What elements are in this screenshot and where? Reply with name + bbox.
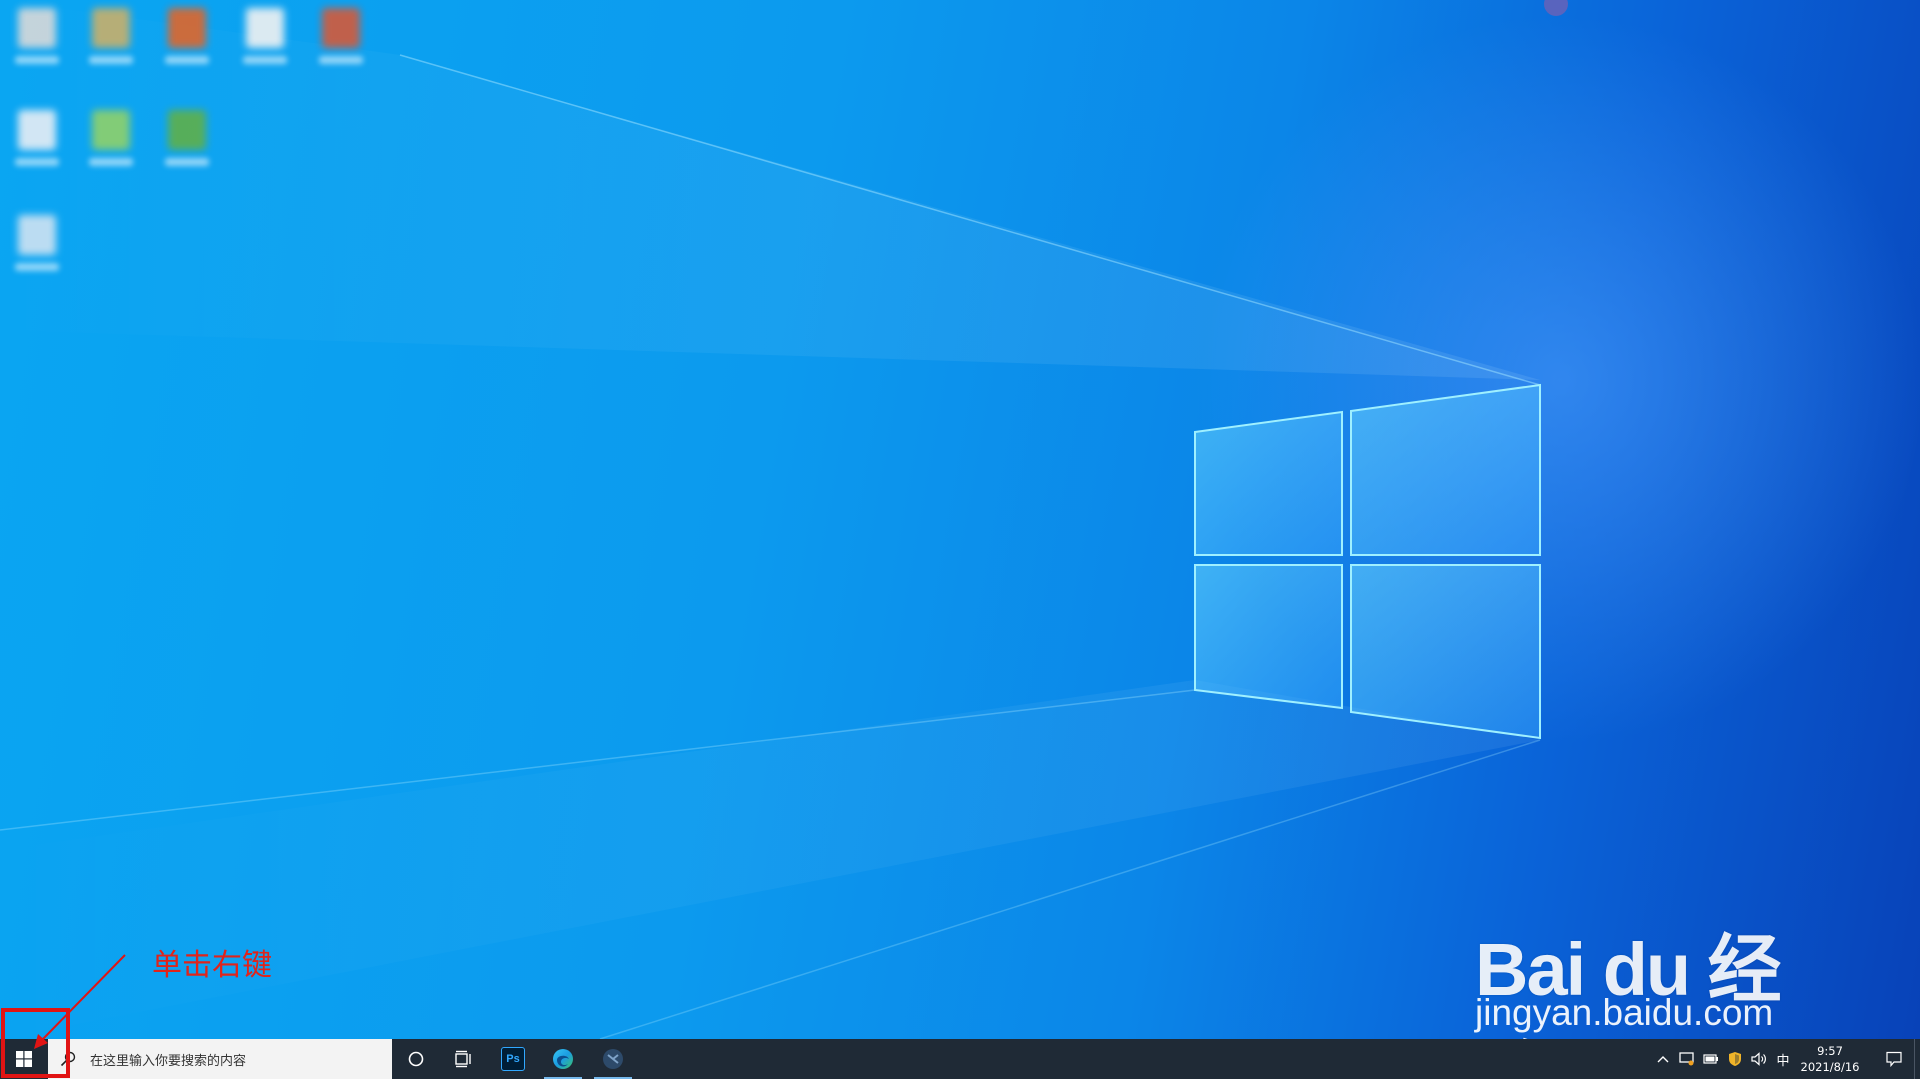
shield-icon bbox=[1729, 1052, 1741, 1066]
battery-icon bbox=[1703, 1054, 1718, 1064]
app-button[interactable] bbox=[588, 1039, 638, 1079]
circle-icon bbox=[408, 1051, 424, 1067]
desktop-icon-5 bbox=[322, 8, 360, 48]
desktop-icon-7 bbox=[92, 110, 130, 150]
desktop-icon-9 bbox=[18, 215, 56, 255]
edge-icon bbox=[553, 1049, 573, 1069]
desktop-icon-8 bbox=[168, 110, 206, 150]
taskbar: 在这里输入你要搜索的内容 Ps 中 9:57 2021/8/16 bbox=[0, 1039, 1920, 1079]
chevron-up-icon bbox=[1657, 1056, 1669, 1063]
desktop[interactable]: Bai du 经验 jingyan.baidu.com 单击右键 bbox=[0, 0, 1920, 1039]
security-tray-button[interactable] bbox=[1724, 1039, 1746, 1079]
action-center-button[interactable] bbox=[1874, 1039, 1914, 1079]
desktop-icon[interactable] bbox=[314, 8, 368, 82]
volume-icon bbox=[1751, 1052, 1766, 1066]
ime-indicator[interactable]: 中 bbox=[1772, 1039, 1794, 1079]
desktop-icon[interactable] bbox=[10, 110, 64, 184]
desktop-icon[interactable] bbox=[10, 8, 64, 82]
clock-date: 2021/8/16 bbox=[1800, 1060, 1860, 1074]
search-icon bbox=[60, 1051, 80, 1067]
clock[interactable]: 9:57 2021/8/16 bbox=[1792, 1043, 1868, 1075]
photoshop-icon: Ps bbox=[501, 1047, 525, 1071]
desktop-icon-1 bbox=[18, 8, 56, 48]
show-hidden-icons-button[interactable] bbox=[1652, 1039, 1674, 1079]
annotation-label: 单击右键 bbox=[152, 948, 272, 983]
windows-icon bbox=[16, 1051, 32, 1067]
watermark-url: jingyan.baidu.com bbox=[1475, 992, 1774, 1033]
desktop-icon[interactable] bbox=[84, 110, 138, 184]
network-icon bbox=[1679, 1052, 1694, 1066]
start-button[interactable] bbox=[0, 1039, 48, 1079]
desktop-icon-4 bbox=[246, 8, 284, 48]
photoshop-button[interactable]: Ps bbox=[488, 1039, 538, 1079]
search-placeholder: 在这里输入你要搜索的内容 bbox=[90, 1053, 247, 1069]
notification-icon bbox=[1886, 1051, 1902, 1067]
network-tray-button[interactable] bbox=[1676, 1039, 1698, 1079]
show-desktop-button[interactable] bbox=[1914, 1039, 1920, 1079]
baidu-jingyan-watermark: Bai du 经验 jingyan.baidu.com bbox=[1470, 870, 1850, 1039]
clock-time: 9:57 bbox=[1817, 1044, 1843, 1058]
desktop-icon-2 bbox=[92, 8, 130, 48]
desktop-icon[interactable] bbox=[160, 110, 214, 184]
desktop-icon-6 bbox=[18, 110, 56, 150]
edge-button[interactable] bbox=[538, 1039, 588, 1079]
desktop-icon-3 bbox=[168, 8, 206, 48]
cortana-button[interactable] bbox=[392, 1039, 440, 1079]
search-input[interactable]: 在这里输入你要搜索的内容 bbox=[48, 1039, 392, 1079]
task-view-button[interactable] bbox=[440, 1039, 488, 1079]
desktop-icon[interactable] bbox=[160, 8, 214, 82]
desktop-icon[interactable] bbox=[238, 8, 292, 82]
desktop-icon[interactable] bbox=[10, 215, 64, 289]
volume-tray-button[interactable] bbox=[1748, 1039, 1770, 1079]
battery-tray-button[interactable] bbox=[1700, 1039, 1722, 1079]
app-icon bbox=[603, 1049, 623, 1069]
desktop-icon[interactable] bbox=[84, 8, 138, 82]
task-view-icon bbox=[455, 1050, 471, 1068]
